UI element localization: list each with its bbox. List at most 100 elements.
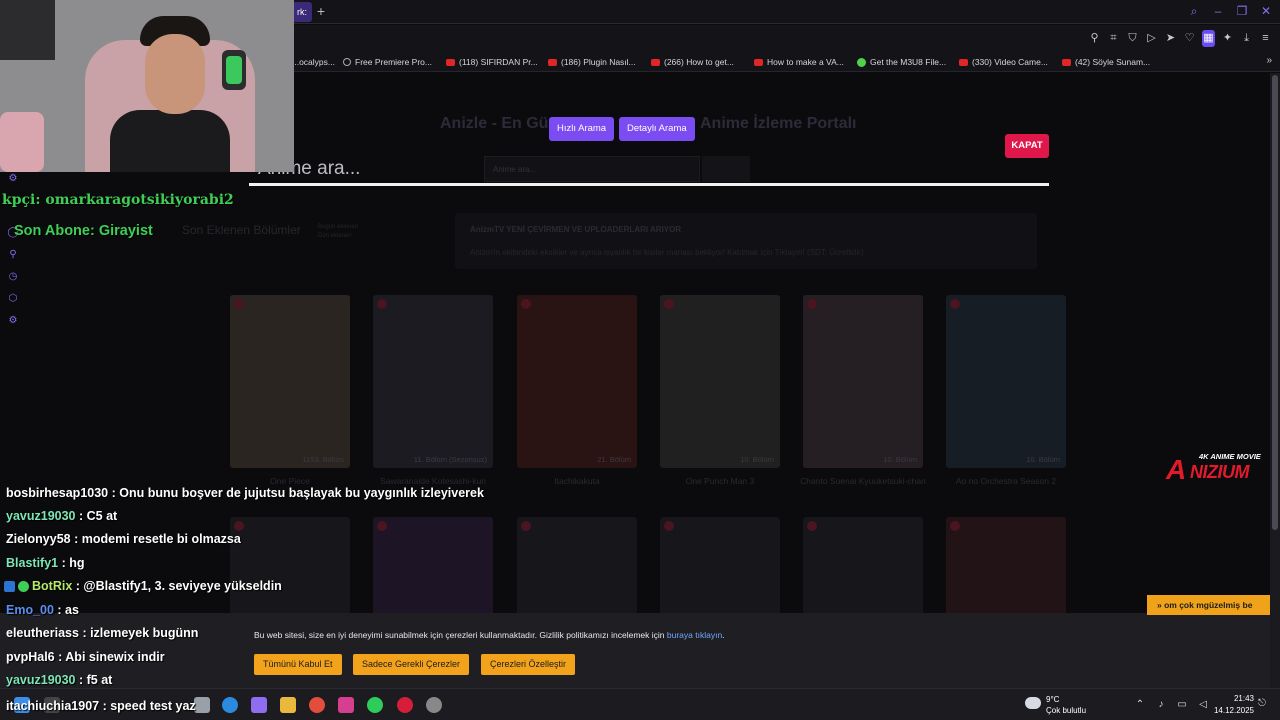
- cube-icon[interactable]: ⬡: [6, 292, 20, 306]
- plus-icon[interactable]: +: [313, 3, 329, 19]
- filter-today[interactable]: Bugün eklenen: [318, 223, 358, 232]
- card-title[interactable]: One Punch Man 3: [650, 475, 790, 488]
- search-icon[interactable]: ⌕: [1186, 2, 1202, 20]
- volume-icon[interactable]: ◁: [1196, 698, 1210, 712]
- send-icon[interactable]: ➤: [1164, 30, 1177, 47]
- anime-card[interactable]: 10. Bölüm: [946, 295, 1066, 468]
- gear-icon[interactable]: ⚙: [6, 314, 20, 328]
- page-scrollbar[interactable]: [1270, 73, 1280, 688]
- anime-card[interactable]: [660, 517, 780, 617]
- bookmark-item[interactable]: (330) Video Came...: [959, 55, 1048, 69]
- opera-icon[interactable]: [397, 697, 413, 713]
- search-underline: [249, 183, 1049, 186]
- anime-card[interactable]: [230, 517, 350, 617]
- tab-active[interactable]: rk:: [292, 2, 312, 22]
- card-title[interactable]: Chanto Suenai Kyuuketsuki-chan: [793, 475, 933, 488]
- network-icon[interactable]: ▭: [1175, 698, 1189, 712]
- streamer-face: [145, 34, 205, 114]
- quick-search-button[interactable]: Hızlı Arama: [549, 117, 615, 141]
- menu-icon[interactable]: ≡: [1259, 30, 1272, 47]
- bookmark-item[interactable]: (186) Plugin Nasıl...: [548, 55, 636, 69]
- chat-message: eleutheriass : izlemeyek bugünn: [6, 626, 198, 646]
- chat-text: : Abi sinewix indir: [54, 650, 165, 664]
- anime-card[interactable]: 11. Bölüm (Sezonsuz): [373, 295, 493, 468]
- bookmark-item[interactable]: ...ocalyps...: [292, 55, 335, 69]
- moderator-badge-icon: [4, 581, 15, 593]
- chat-message: bosbirhesap1030 : Onu bunu boşver de juj…: [6, 486, 484, 506]
- shield-icon[interactable]: ⛉: [1126, 30, 1139, 47]
- bookmark-item[interactable]: (118) SIFIRDAN Pr...: [446, 55, 538, 69]
- customize-cookies-button[interactable]: Çerezleri Özelleştir: [481, 654, 576, 675]
- pin-icon[interactable]: ⚲: [6, 248, 20, 262]
- play-icon[interactable]: ▷: [1145, 30, 1158, 47]
- restore-icon[interactable]: ❐: [1234, 2, 1250, 20]
- streamer-body: [110, 110, 230, 172]
- chevron-up-icon[interactable]: ⌃: [1133, 698, 1147, 712]
- settings-icon[interactable]: ⚙: [6, 172, 20, 186]
- bookmark-item[interactable]: (42) Söyle Sunam...: [1062, 55, 1150, 69]
- scrollbar-thumb[interactable]: [1272, 75, 1278, 530]
- minimize-icon[interactable]: –: [1210, 2, 1226, 20]
- extension-active-icon[interactable]: ▦: [1202, 30, 1215, 47]
- anime-card[interactable]: [946, 517, 1066, 617]
- anime-card[interactable]: [517, 517, 637, 617]
- close-icon[interactable]: ✕: [1258, 2, 1274, 20]
- anime-card[interactable]: 1153. Bölüm: [230, 295, 350, 468]
- anime-card[interactable]: [373, 517, 493, 617]
- download-icon[interactable]: ⤓: [1240, 30, 1253, 47]
- screen: rk: + ⌕ – ❐ ✕ ⚲ ⌗ ⛉ ▷ ➤ ♡ ▦ ✦ ⤓ ≡ ...oca…: [0, 0, 1280, 720]
- card-badge: 10. Bölüm: [883, 455, 917, 464]
- app-icon[interactable]: [426, 697, 442, 713]
- section-title: Son Eklenen Bölümler: [182, 223, 301, 237]
- status-dot-icon: [664, 521, 674, 531]
- pin-icon[interactable]: ⚲: [1088, 30, 1101, 47]
- required-cookies-button[interactable]: Sadece Gerekli Çerezler: [353, 654, 470, 675]
- webcam-shelf: [0, 0, 55, 60]
- chevron-right-icon[interactable]: »: [1266, 55, 1272, 66]
- chat-username: yavuz19030: [6, 509, 76, 523]
- filter-yesterday[interactable]: Dün eklenen: [318, 232, 358, 241]
- anime-card[interactable]: 21. Bölüm: [517, 295, 637, 468]
- cookie-banner: Bu web sitesi, size en iyi deneyimi suna…: [0, 613, 1270, 688]
- chat-username: eleutheriass: [6, 626, 79, 640]
- card-art: [660, 295, 780, 468]
- bookmark-item[interactable]: Get the M3U8 File...: [857, 55, 946, 69]
- chat-text: : speed test yaz: [99, 699, 196, 713]
- card-title[interactable]: Itachikakuta: [507, 475, 647, 488]
- close-search-button[interactable]: KAPAT: [1005, 134, 1049, 158]
- anime-card[interactable]: 10. Bölüm: [660, 295, 780, 468]
- crop-icon[interactable]: ⌗: [1107, 30, 1120, 47]
- stream-last-sub: Son Abone: Girayist: [14, 223, 153, 239]
- puzzle-icon[interactable]: ✦: [1221, 30, 1234, 47]
- card-title[interactable]: Ao no Orchestra Season 2: [936, 475, 1076, 488]
- task-view-icon[interactable]: [194, 697, 210, 713]
- whatsapp-icon[interactable]: [367, 697, 383, 713]
- bookmark-item[interactable]: Free Premiere Pro...: [343, 55, 432, 69]
- cookie-policy-link[interactable]: buraya tıklayın: [667, 630, 722, 640]
- chat-popup-message[interactable]: » om çok mgüzelmiş be: [1147, 595, 1270, 615]
- edge-icon[interactable]: [222, 697, 238, 713]
- copilot-icon[interactable]: [251, 697, 267, 713]
- chat-username: pvpHal6: [6, 650, 55, 664]
- anime-card[interactable]: [803, 517, 923, 617]
- notification-icon[interactable]: ⎋: [1258, 698, 1272, 712]
- youtube-icon: [446, 58, 455, 66]
- detailed-search-button[interactable]: Detaylı Arama: [619, 117, 695, 141]
- chat-username: yavuz19030: [6, 673, 76, 687]
- mic-icon[interactable]: ♪: [1154, 698, 1168, 712]
- bookmark-item[interactable]: How to make a VA...: [754, 55, 844, 69]
- file-explorer-icon[interactable]: [280, 697, 296, 713]
- status-dot-icon: [950, 299, 960, 309]
- heart-icon[interactable]: ♡: [1183, 30, 1196, 47]
- m3u8-icon: [857, 57, 866, 67]
- accept-all-cookies-button[interactable]: Tümünü Kabul Et: [254, 654, 342, 675]
- chrome-icon[interactable]: [309, 697, 325, 713]
- globe-icon: [343, 58, 351, 66]
- youtube-icon: [959, 58, 968, 66]
- instagram-icon[interactable]: [338, 697, 354, 713]
- clock[interactable]: 21:43 14.12.2025: [1210, 693, 1254, 717]
- clock-icon[interactable]: ◷: [6, 270, 20, 284]
- weather-widget[interactable]: 9°C Çok bulutlu: [1025, 693, 1095, 717]
- bookmark-item[interactable]: (266) How to get...: [651, 55, 734, 69]
- anime-card[interactable]: 10. Bölüm: [803, 295, 923, 468]
